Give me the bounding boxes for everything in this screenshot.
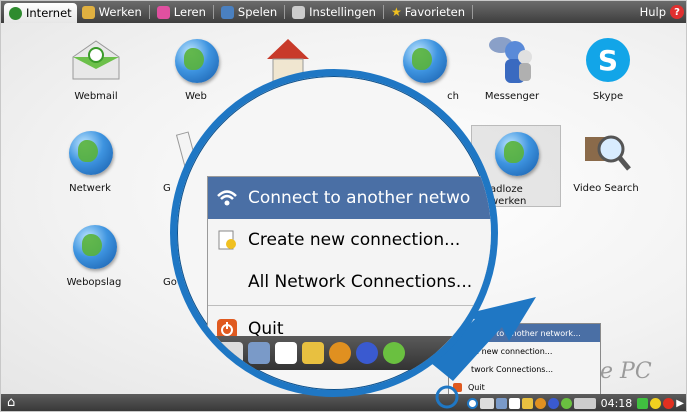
menu-item-create-connection[interactable]: Create new connection...	[208, 219, 491, 261]
menu-divider	[208, 305, 491, 306]
storage-icon	[302, 342, 324, 364]
menu-item-all-connections[interactable]: All Network Connections...	[208, 261, 491, 303]
menu-item-label: Connect to another netwo	[248, 188, 471, 208]
magnifier-callout: Connect to another netwo Create new conn…	[170, 69, 498, 397]
menu-item-connect-network[interactable]: Connect to another netwo	[208, 177, 491, 219]
menu-item-label: All Network Connections...	[248, 272, 473, 292]
menu-item-label: Create new connection...	[248, 230, 461, 250]
battery-icon	[209, 342, 243, 364]
bluetooth-icon	[356, 342, 378, 364]
magnified-network-menu: Connect to another netwo Create new conn…	[207, 176, 491, 351]
magnified-tray	[197, 336, 491, 370]
performance-icon	[329, 342, 351, 364]
volume-icon	[275, 342, 297, 364]
desktop-screen: Internet Werken Leren Spelen Instellinge…	[0, 0, 687, 412]
wifi-icon	[216, 187, 238, 209]
new-connection-icon	[216, 229, 238, 251]
network-status-icon	[383, 342, 405, 364]
language-icon	[248, 342, 270, 364]
